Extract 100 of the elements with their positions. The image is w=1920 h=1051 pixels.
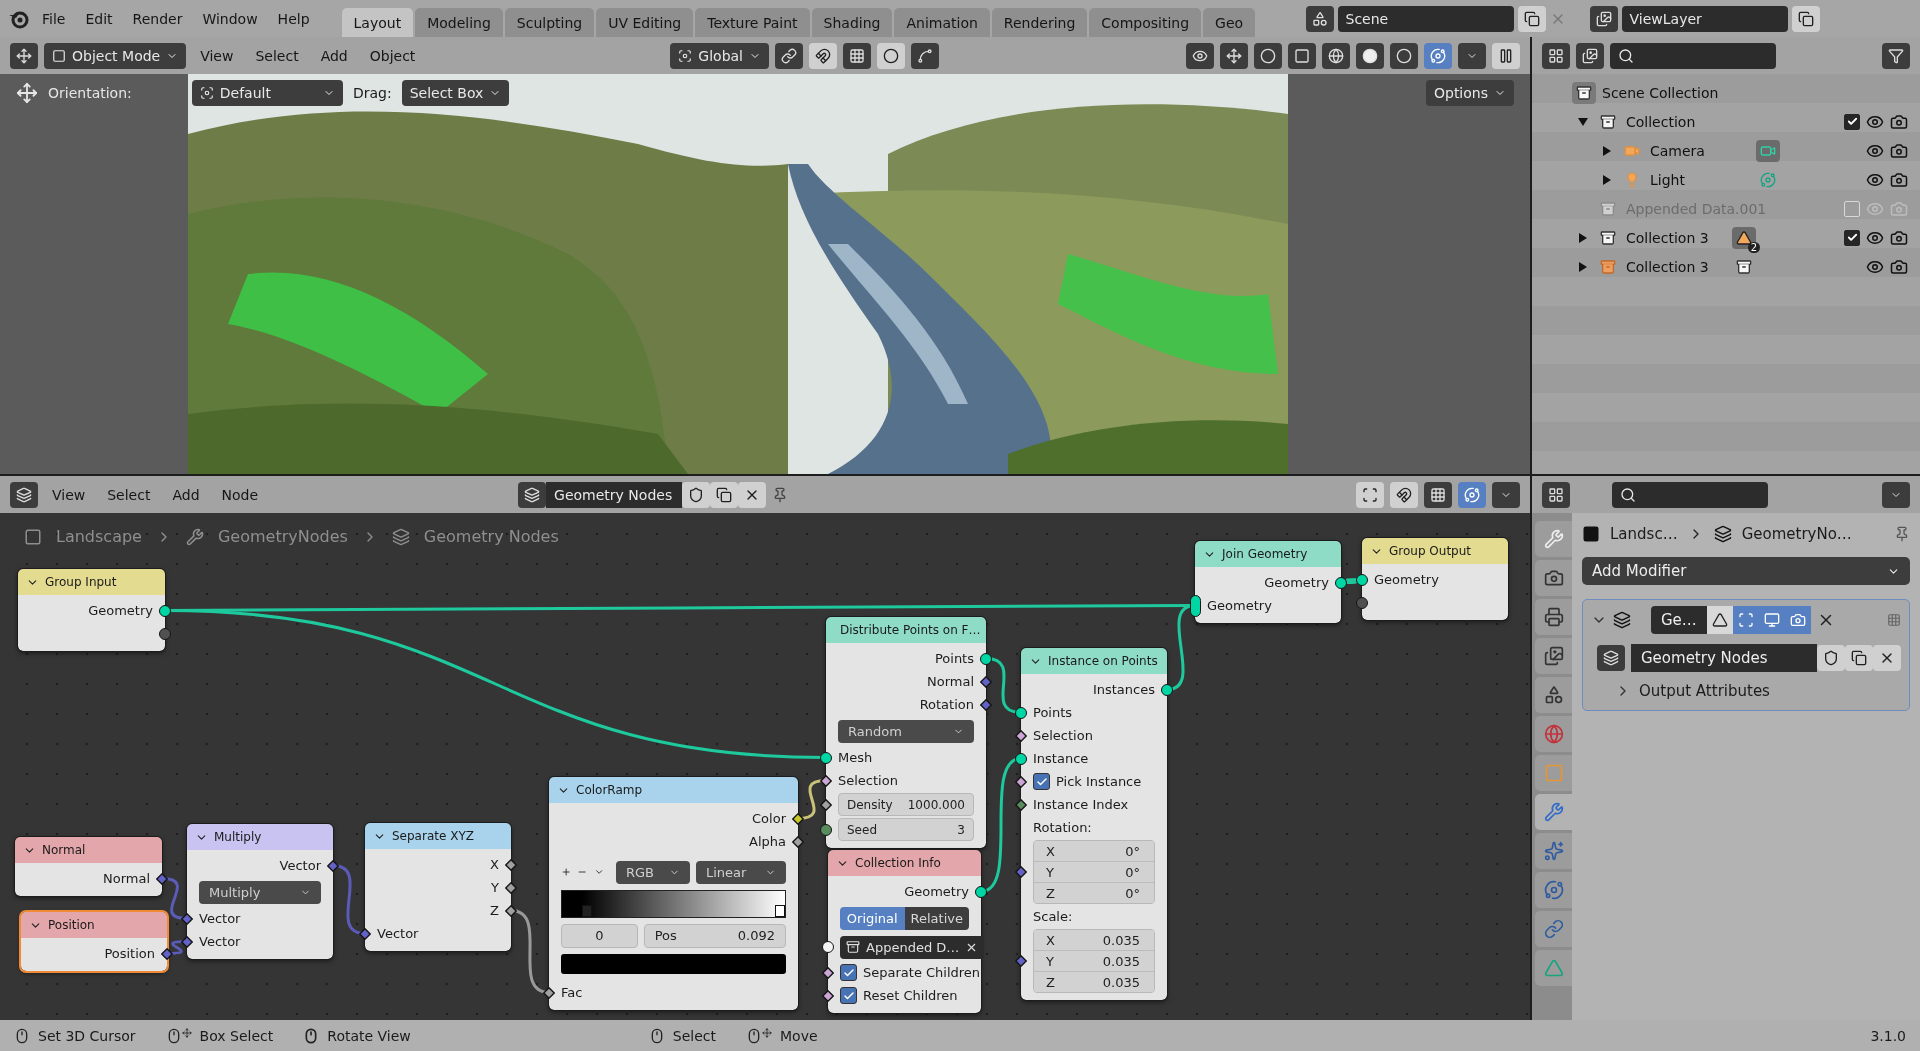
node-header[interactable]: Join Geometry (1195, 541, 1341, 567)
node-card[interactable]: ColorRamp Color Alpha RGB Linear 0 Pos 0.092 Fac (549, 777, 798, 1010)
node-title: Multiply (214, 830, 262, 844)
menu-item[interactable]: Select (247, 43, 307, 68)
menu-item[interactable]: Edit (77, 6, 121, 31)
modifier-name-field[interactable]: Ge… (1651, 606, 1707, 634)
mode-dropdown[interactable]: Object Mode (44, 42, 187, 69)
node-header[interactable]: Collection Info (828, 850, 981, 876)
menu-item[interactable]: View (44, 482, 94, 507)
toggle-option[interactable]: Relative (904, 906, 969, 930)
node-dropdown[interactable]: Random (838, 719, 974, 743)
node-header[interactable]: Normal (15, 837, 162, 863)
outliner-row[interactable]: Collection (1532, 107, 1920, 136)
position-field[interactable]: Pos 0.092 (643, 923, 786, 948)
orientation-label: Orientation: (48, 85, 132, 101)
workspace-tab[interactable]: Geo (1203, 8, 1256, 37)
view-layer-field[interactable]: ViewLayer (1621, 5, 1788, 32)
node-card[interactable]: Collection Info Geometry Original Relative Appended D… Separate Children Reset Children (828, 850, 981, 1013)
drag-dropdown[interactable]: Select Box (401, 80, 510, 106)
outliner-row[interactable]: Collection 3 (1532, 252, 1920, 281)
outliner-row[interactable]: Camera (1532, 136, 1920, 165)
menu-item[interactable]: Select (99, 482, 159, 507)
toggle-option[interactable]: Original (840, 906, 905, 930)
node-header[interactable]: Multiply (187, 824, 333, 850)
node-group-field[interactable]: Geometry Nodes (1631, 644, 1817, 672)
node-card[interactable]: Group Input Geometry (18, 569, 165, 651)
vector-field[interactable]: Y 0.035 (1034, 950, 1154, 971)
checkbox-label: Reset Children (863, 988, 958, 1003)
breadcrumb[interactable]: Landscape (56, 527, 142, 546)
vector-field[interactable]: Z 0.035 (1034, 971, 1154, 992)
socket-label: Normal (102, 871, 150, 886)
socket-label: Geometry (88, 603, 153, 618)
workspace-tab[interactable]: Animation (894, 8, 990, 37)
vector-field[interactable]: Y 0° (1034, 861, 1154, 882)
number-field[interactable]: Density 1000.000 (838, 793, 974, 816)
node-dropdown[interactable]: Multiply (199, 880, 321, 904)
socket-label: Y (491, 880, 499, 895)
workspace-tab[interactable]: UV Editing (596, 8, 694, 37)
node-card[interactable]: Separate XYZ X Y Z Vector (365, 823, 511, 951)
socket-label: Z (490, 903, 499, 918)
socket-label: Vector (199, 911, 241, 926)
menu-item[interactable]: View (192, 43, 242, 68)
node-card[interactable]: Multiply Vector Multiply Vector Vector (187, 824, 333, 959)
node-card[interactable]: Group Output Geometry (1362, 538, 1508, 620)
workspace-tab[interactable]: Sculpting (504, 8, 595, 37)
vector-field[interactable]: X 0.035 (1034, 930, 1154, 950)
socket-label: Instances (1092, 682, 1155, 697)
stop-index-field[interactable]: 0 (561, 923, 638, 948)
node-header[interactable]: Distribute Points on F… (826, 617, 986, 643)
workspace-tab[interactable]: Rendering (991, 8, 1088, 37)
breadcrumb[interactable]: GeometryNodes (217, 527, 348, 546)
menu-item[interactable]: Node (213, 482, 267, 507)
workspace-tab[interactable]: Modeling (415, 8, 503, 37)
node-header[interactable]: ColorRamp (549, 777, 798, 803)
node-header[interactable]: Instance on Points (1021, 648, 1167, 674)
orientation-dropdown[interactable]: Default (191, 80, 343, 106)
color-mode-dropdown[interactable]: RGB (616, 860, 690, 884)
socket-label: Position (104, 946, 155, 961)
node-header[interactable]: Position (21, 912, 167, 938)
node-header[interactable]: Separate XYZ (365, 823, 511, 849)
workspace-tab[interactable]: Compositing (1089, 8, 1202, 37)
menu-item[interactable]: Render (124, 6, 191, 31)
node-title: Position (48, 918, 95, 932)
node-header[interactable]: Group Output (1362, 538, 1508, 564)
item-name: Collection (1626, 113, 1696, 130)
node-card[interactable]: Instance on Points Instances Points Selection Instance Pick Instance Instance Index Rotation: X 0° Y 0° Z 0° Scale: X 0.035 Y 0.035 Z 0.035 (1021, 648, 1167, 1000)
add-modifier-dropdown[interactable]: Add Modifier (1582, 557, 1910, 585)
scene-field[interactable]: Scene (1337, 5, 1514, 32)
socket-label: Alpha (749, 834, 786, 849)
workspace-tab[interactable]: Shading (811, 8, 893, 37)
panel-title[interactable]: Output Attributes (1639, 682, 1770, 700)
outliner-row[interactable]: Scene Collection (1532, 78, 1920, 107)
menu-item[interactable]: Help (269, 6, 318, 31)
node-card[interactable]: Distribute Points on F… Points Normal Rotation Random Mesh Selection Density 1000.000 Seed 3 (826, 617, 986, 848)
node-tree-field[interactable]: Geometry Nodes (546, 481, 683, 508)
version-label: 3.1.0 (1870, 1027, 1906, 1044)
node-card[interactable]: Join Geometry Geometry Geometry (1195, 541, 1341, 623)
orientation-dropdown[interactable]: Global (670, 42, 769, 69)
workspace-tab[interactable]: Layout (341, 8, 414, 37)
menu-item[interactable]: Window (194, 6, 266, 31)
outliner-row[interactable]: Collection 3 2 (1532, 223, 1920, 252)
interpolation-dropdown[interactable]: Linear (696, 860, 786, 884)
node-card[interactable]: Normal Normal (15, 837, 162, 896)
menu-item[interactable]: Add (164, 482, 208, 507)
menu-item[interactable]: Add (312, 43, 356, 68)
vector-field[interactable]: Z 0° (1034, 882, 1154, 903)
collection-field[interactable]: Appended D… (840, 935, 985, 959)
node-header[interactable]: Group Input (18, 569, 165, 595)
socket-label: Points (1033, 705, 1073, 720)
vector-field[interactable]: X 0° (1034, 841, 1154, 861)
menu-item[interactable]: Object (361, 43, 424, 68)
number-field[interactable]: Seed 3 (838, 818, 974, 841)
node-title: Separate XYZ (392, 829, 474, 843)
node-title: Group Output (1389, 544, 1472, 558)
node-card[interactable]: Position Position (21, 912, 167, 971)
options-dropdown[interactable]: Options (1425, 80, 1514, 106)
breadcrumb[interactable]: Geometry Nodes (423, 527, 559, 546)
outliner-row[interactable]: Light (1532, 165, 1920, 194)
workspace-tab[interactable]: Texture Paint (695, 8, 810, 37)
menu-item[interactable]: File (34, 6, 74, 31)
